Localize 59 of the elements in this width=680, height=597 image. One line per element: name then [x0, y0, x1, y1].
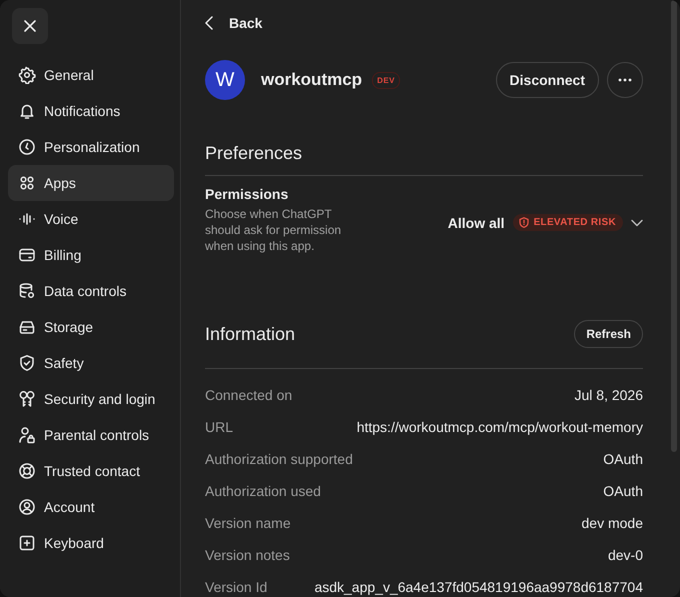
info-label: Version notes [205, 547, 290, 563]
sidebar-item[interactable]: Safety [8, 345, 174, 381]
sidebar-item[interactable]: Storage [8, 309, 174, 345]
close-icon [22, 18, 38, 34]
section-heading: Preferences [205, 142, 302, 164]
close-button[interactable] [12, 8, 48, 44]
permissions-label: Permissions [205, 186, 290, 203]
sidebar-item[interactable]: Data controls [8, 273, 174, 309]
risk-badge: ELEVATED RISK [512, 214, 623, 231]
info-value: https://workoutmcp.com/mcp/workout-memory [356, 419, 643, 435]
keyboard-icon [18, 534, 36, 552]
disconnect-button[interactable]: Disconnect [496, 62, 599, 98]
sidebar-item[interactable]: General [8, 57, 174, 93]
sidebar-item[interactable]: Trusted contact [8, 453, 174, 489]
permission-value[interactable]: Allow all [448, 214, 505, 230]
shield-icon [18, 354, 36, 372]
info-value: dev-0 [608, 547, 643, 563]
sidebar-item[interactable]: Apps [8, 165, 174, 201]
keys-icon [18, 390, 36, 408]
sidebar-item[interactable]: Voice [8, 201, 174, 237]
info-label: URL [205, 419, 234, 435]
info-label: Authorization supported [205, 451, 353, 467]
info-label: Connected on [205, 387, 292, 403]
sidebar-item[interactable]: Security and login [8, 381, 174, 417]
gear-icon [18, 66, 36, 84]
refresh-button[interactable]: Refresh [574, 320, 643, 348]
sidebar-item[interactable]: Billing [8, 237, 174, 273]
info-label: Version name [205, 515, 291, 531]
permissions-description: Choose when ChatGPT should ask for permission when using this app. [205, 206, 342, 254]
app-name: workoutmcp [261, 70, 362, 90]
sidebar-item[interactable]: Personalization [8, 129, 174, 165]
bell-icon [18, 102, 36, 120]
account-icon [18, 498, 36, 516]
database-gear-icon [18, 282, 36, 300]
clock-icon [18, 138, 36, 156]
info-value: Jul 8, 2026 [574, 387, 643, 403]
credit-card-icon [18, 246, 36, 264]
sidebar-item[interactable]: Keyboard [8, 525, 174, 561]
dev-badge: DEV [372, 72, 400, 88]
info-label: Authorization used [205, 483, 321, 499]
section-heading: Information [205, 324, 296, 344]
info-label: Version Id [205, 579, 268, 595]
lifebuoy-icon [18, 462, 36, 480]
shield-alert-icon [518, 217, 529, 228]
info-value: OAuth [603, 483, 643, 499]
info-value: asdk_app_v_6a4e137fd054819196aa9978d6187704 [314, 579, 643, 595]
chevron-down-icon[interactable] [631, 218, 643, 226]
scrollbar[interactable] [671, 0, 677, 452]
chevron-left-icon [205, 16, 213, 30]
app-avatar: W [205, 60, 245, 100]
apps-icon [18, 174, 36, 192]
person-lock-icon [18, 426, 36, 444]
info-value: OAuth [603, 451, 643, 467]
sidebar-item[interactable]: Account [8, 489, 174, 525]
more-icon [618, 78, 632, 82]
sidebar-item[interactable]: Parental controls [8, 417, 174, 453]
info-value: dev mode [582, 515, 643, 531]
sidebar-item[interactable]: Notifications [8, 93, 174, 129]
back-link[interactable]: Back [205, 12, 262, 34]
